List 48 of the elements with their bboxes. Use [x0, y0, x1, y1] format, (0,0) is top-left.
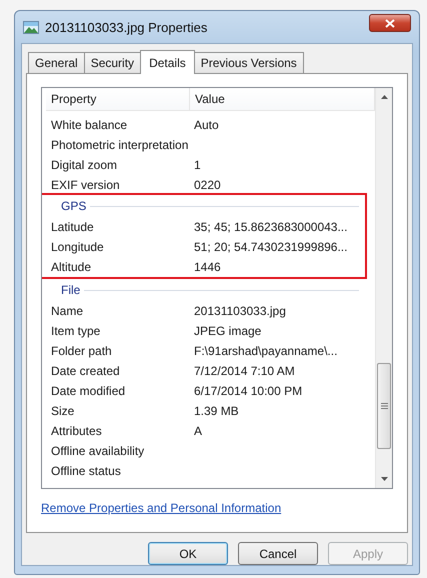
close-button[interactable] — [369, 14, 411, 32]
property-name: Offline status — [50, 464, 122, 478]
remove-properties-link[interactable]: Remove Properties and Personal Information — [41, 501, 282, 515]
grip-icon — [380, 403, 388, 409]
property-name: Name — [50, 304, 84, 318]
property-name: Longitude — [50, 240, 105, 254]
property-value: A — [194, 424, 202, 438]
tab[interactable]: Previous Versions — [194, 52, 304, 73]
property-value: 7/12/2014 7:10 AM — [194, 364, 295, 378]
close-icon — [385, 18, 395, 28]
property-value: F:\91arshad\payanname\... — [194, 344, 338, 358]
property-name: Size — [50, 404, 76, 418]
property-name: Offline availability — [50, 444, 146, 458]
property-name: Item type — [50, 324, 102, 338]
dialog-button[interactable]: OK — [148, 542, 228, 565]
dialog-button[interactable]: Cancel — [238, 542, 318, 565]
property-name: Date modified — [50, 384, 126, 398]
property-value: 6/17/2014 10:00 PM — [194, 384, 302, 398]
property-value: 1.39 MB — [194, 404, 239, 418]
property-name: Photometric interpretation — [50, 138, 190, 152]
scroll-down-icon[interactable] — [380, 477, 388, 481]
property-value: 1 — [194, 158, 201, 172]
property-value: 1446 — [194, 260, 221, 274]
property-value: 51; 20; 54.7430231999896... — [194, 240, 348, 254]
property-name: EXIF version — [50, 178, 121, 192]
tab[interactable]: Security — [84, 52, 142, 73]
image-file-icon — [23, 20, 39, 34]
property-name: Date created — [50, 364, 121, 378]
property-name: Altitude — [50, 260, 92, 274]
scroll-up-icon[interactable] — [380, 95, 388, 99]
property-value: 20131103033.jpg — [194, 304, 286, 318]
property-value: JPEG image — [194, 324, 262, 338]
scrollbar[interactable] — [375, 88, 392, 488]
property-name: Folder path — [50, 344, 113, 358]
scroll-thumb[interactable] — [377, 363, 391, 449]
property-value: 0220 — [194, 178, 221, 192]
window-title: 20131103033.jpg Properties — [45, 20, 208, 34]
group-label: File — [61, 283, 80, 297]
property-value: Auto — [194, 118, 219, 132]
property-name: Latitude — [50, 220, 95, 234]
property-name: White balance — [50, 118, 128, 132]
column-header[interactable]: Property — [46, 88, 190, 110]
tab[interactable]: Details — [140, 50, 195, 74]
tab[interactable]: General — [28, 52, 85, 73]
group-label: GPS — [61, 199, 86, 213]
property-name: Attributes — [50, 424, 103, 438]
property-name: Digital zoom — [50, 158, 118, 172]
property-value: 35; 45; 15.8623683000043... — [194, 220, 348, 234]
